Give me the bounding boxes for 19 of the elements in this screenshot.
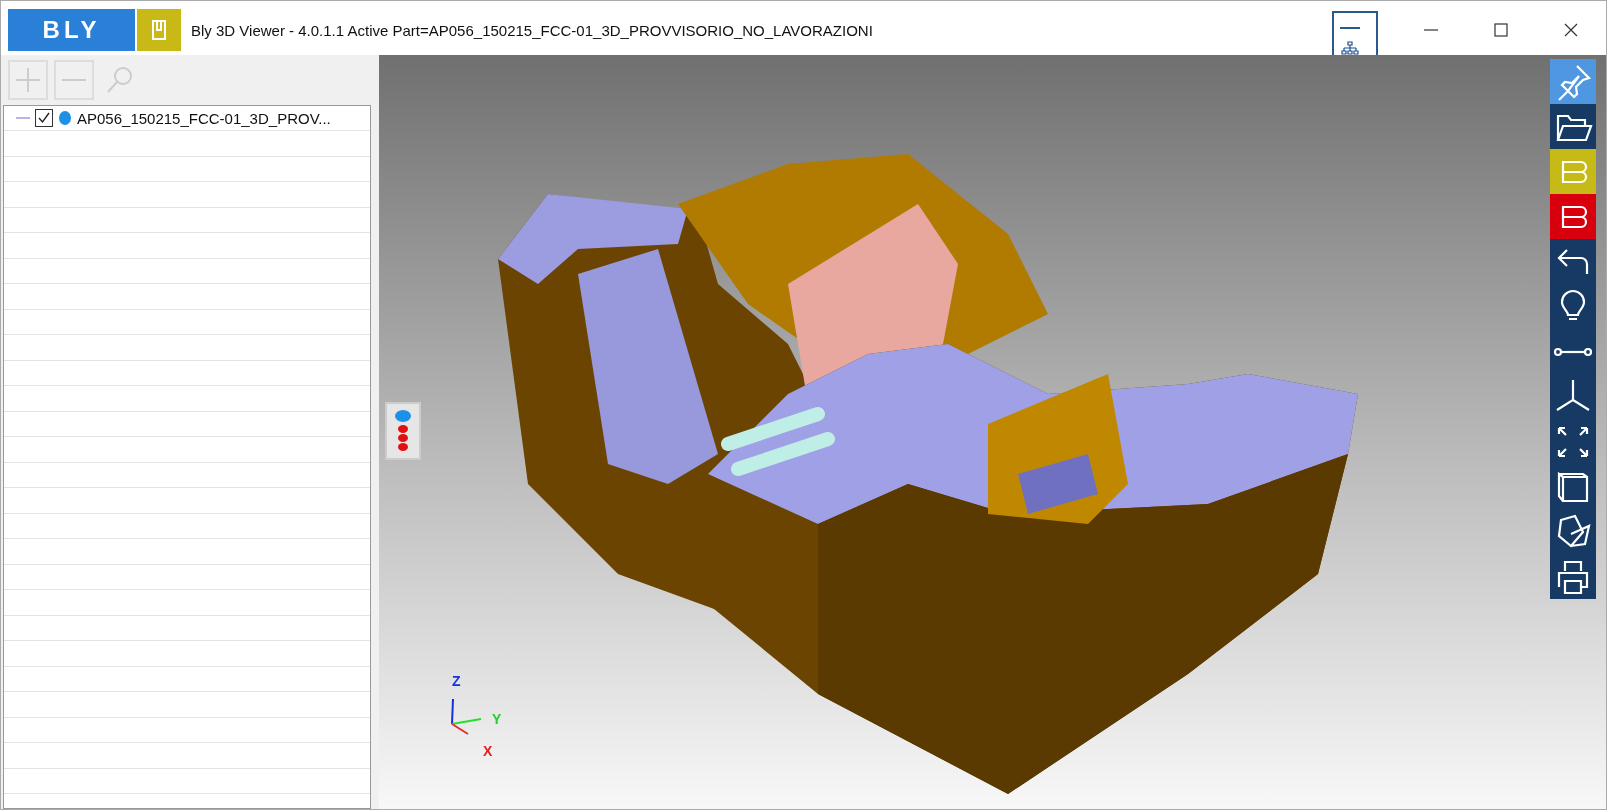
axis-label: Z	[452, 673, 461, 689]
part-icon	[58, 110, 72, 126]
3d-viewport[interactable]: Z Y X	[379, 55, 1606, 809]
tree-item[interactable]: AP056_150215_FCC-01_3D_PROV...	[77, 109, 331, 127]
tree-line	[16, 117, 30, 119]
axis-triad-icon	[451, 697, 483, 735]
checkbox[interactable]	[35, 109, 53, 127]
window-title: Bly 3D Viewer - 4.0.1.1 Active Part=AP056_150215_FCC-01_3D_PROVVISORIO_NO_LAVORAZIONI	[191, 21, 873, 39]
minimize-icon	[1423, 29, 1439, 31]
maximize-icon	[1493, 22, 1509, 38]
axis-label: Y	[492, 711, 502, 727]
axis-label: X	[483, 743, 493, 759]
b-logo-button[interactable]	[1550, 194, 1596, 239]
document-icon	[149, 18, 169, 42]
app-logo[interactable]: BLY	[8, 9, 135, 51]
close-icon	[1563, 22, 1579, 38]
part-list-widget[interactable]	[385, 402, 421, 460]
measure-icon	[1553, 346, 1593, 357]
structure-button[interactable]	[1332, 11, 1378, 55]
